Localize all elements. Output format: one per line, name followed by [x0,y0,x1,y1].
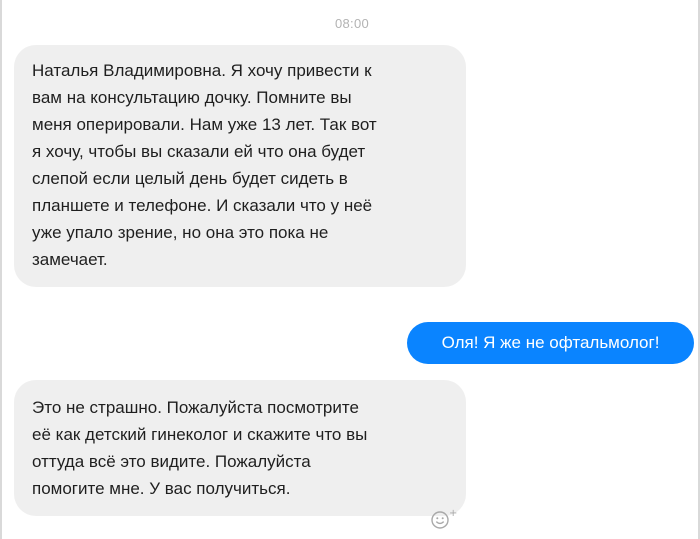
message-text-line: замечает. [32,250,108,269]
message-text-line: Это не страшно. Пожалуйста посмотрите [32,398,359,417]
chat-window: 08:00 Наталья Владимировна. Я хочу приве… [0,0,700,539]
message-text-line: Наталья Владимировна. Я хочу привести к [32,61,372,80]
message-timestamp: 08:00 [334,16,370,31]
message-text-line: помогите мне. У вас получиться. [32,479,291,498]
message-text-line: уже упало зрение, но она это пока не [32,223,329,242]
message-text-line: её как детский гинеколог и скажите что в… [32,425,368,444]
plus-icon: + [449,508,458,519]
message-text-line: Оля! Я же не офтальмолог! [441,333,660,352]
incoming-message-bubble[interactable]: Это не страшно. Пожалуйста посмотрите её… [14,380,466,516]
message-text-line: оттуда всё это видите. Пожалуйста [32,452,311,471]
message-text-line: меня оперировали. Нам уже 13 лет. Так во… [32,115,377,134]
message-text-line: я хочу, чтобы вы сказали ей что она буде… [32,142,366,161]
add-reaction-smiley-icon[interactable]: + [430,508,460,532]
outgoing-message-bubble[interactable]: Оля! Я же не офтальмолог! [407,322,694,364]
message-text-line: вам на консультацию дочку. Помните вы [32,88,352,107]
message-text-line: слепой если целый день будет сидеть в [32,169,348,188]
incoming-message-bubble[interactable]: Наталья Владимировна. Я хочу привести к … [14,45,466,287]
message-text-line: планшете и телефоне. И сказали что у неё [32,196,373,215]
